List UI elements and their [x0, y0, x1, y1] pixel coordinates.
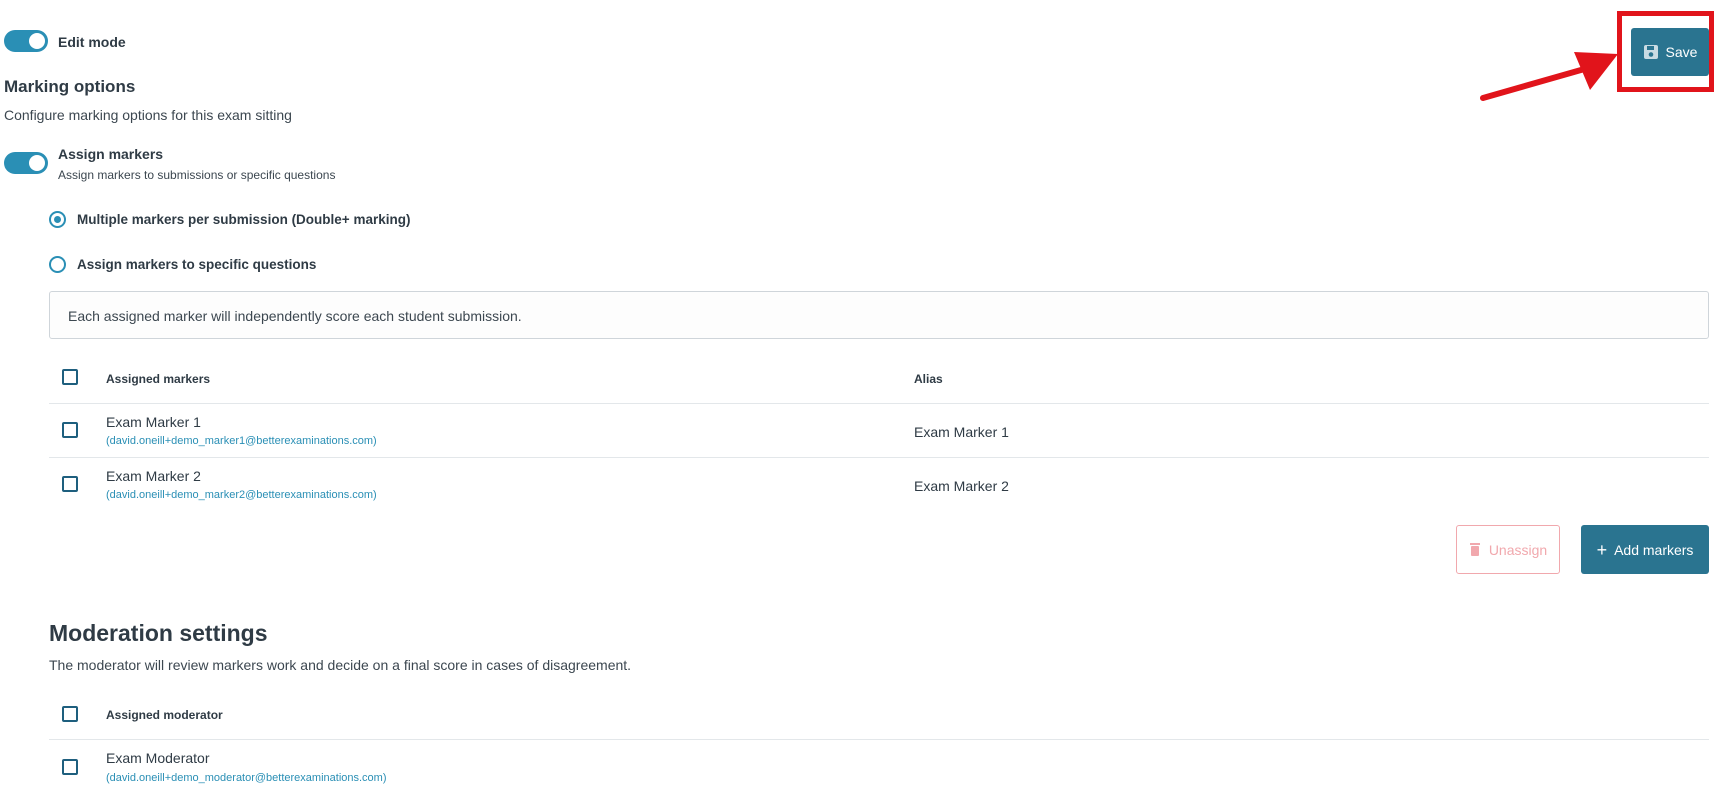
marking-options-title: Marking options	[4, 77, 136, 96]
assign-markers-description: Assign markers to submissions or specifi…	[58, 168, 336, 182]
trash-icon	[1469, 543, 1480, 556]
marker-name: Exam Marker 2	[106, 468, 201, 484]
marker-name: Exam Marker 1	[106, 414, 201, 430]
row-divider	[49, 739, 1709, 740]
marker-alias: Exam Marker 2	[914, 478, 1009, 494]
marker-row-checkbox[interactable]	[62, 476, 78, 492]
row-divider	[49, 403, 1709, 404]
column-header-alias: Alias	[914, 372, 943, 386]
unassign-button[interactable]: Unassign	[1456, 525, 1560, 574]
add-markers-label: Add markers	[1614, 541, 1694, 558]
assign-markers-toggle[interactable]	[4, 152, 48, 174]
select-all-moderators-checkbox[interactable]	[62, 706, 78, 722]
toggle-knob	[29, 155, 45, 171]
plus-icon: +	[1596, 539, 1608, 560]
info-box: Each assigned marker will independently …	[49, 291, 1709, 339]
select-all-markers-checkbox[interactable]	[62, 369, 78, 385]
moderator-name: Exam Moderator	[106, 750, 210, 766]
toggle-knob	[29, 33, 45, 49]
column-header-assigned-moderator: Assigned moderator	[106, 708, 223, 722]
moderator-email: (david.oneill+demo_moderator@betterexami…	[106, 772, 387, 784]
marker-email: (david.oneill+demo_marker1@betterexamina…	[106, 435, 377, 447]
unassign-label: Unassign	[1488, 541, 1548, 558]
edit-mode-label: Edit mode	[58, 34, 126, 50]
assign-markers-label: Assign markers	[58, 146, 164, 162]
radio-multiple-markers-label[interactable]: Multiple markers per submission (Double+…	[77, 212, 410, 227]
moderator-row-checkbox[interactable]	[62, 759, 78, 775]
add-markers-button[interactable]: + Add markers	[1581, 525, 1709, 574]
column-header-assigned-markers: Assigned markers	[106, 372, 211, 386]
marking-options-description: Configure marking options for this exam …	[4, 107, 292, 123]
marker-alias: Exam Marker 1	[914, 424, 1009, 440]
save-label: Save	[1665, 44, 1698, 60]
red-arrow-icon	[1480, 52, 1618, 101]
info-text: Each assigned marker will independently …	[68, 308, 522, 324]
marker-row-checkbox[interactable]	[62, 422, 78, 438]
radio-specific-questions[interactable]	[49, 256, 66, 273]
moderation-settings-description: The moderator will review markers work a…	[49, 657, 632, 673]
moderation-settings-title: Moderation settings	[49, 620, 268, 646]
edit-mode-toggle[interactable]	[4, 30, 48, 52]
radio-multiple-markers[interactable]	[49, 211, 66, 228]
floppy-disk-icon	[1643, 45, 1658, 59]
row-divider	[49, 457, 1709, 458]
save-button[interactable]: Save	[1631, 28, 1709, 76]
marker-email: (david.oneill+demo_marker2@betterexamina…	[106, 489, 377, 501]
radio-specific-questions-label[interactable]: Assign markers to specific questions	[77, 257, 316, 272]
